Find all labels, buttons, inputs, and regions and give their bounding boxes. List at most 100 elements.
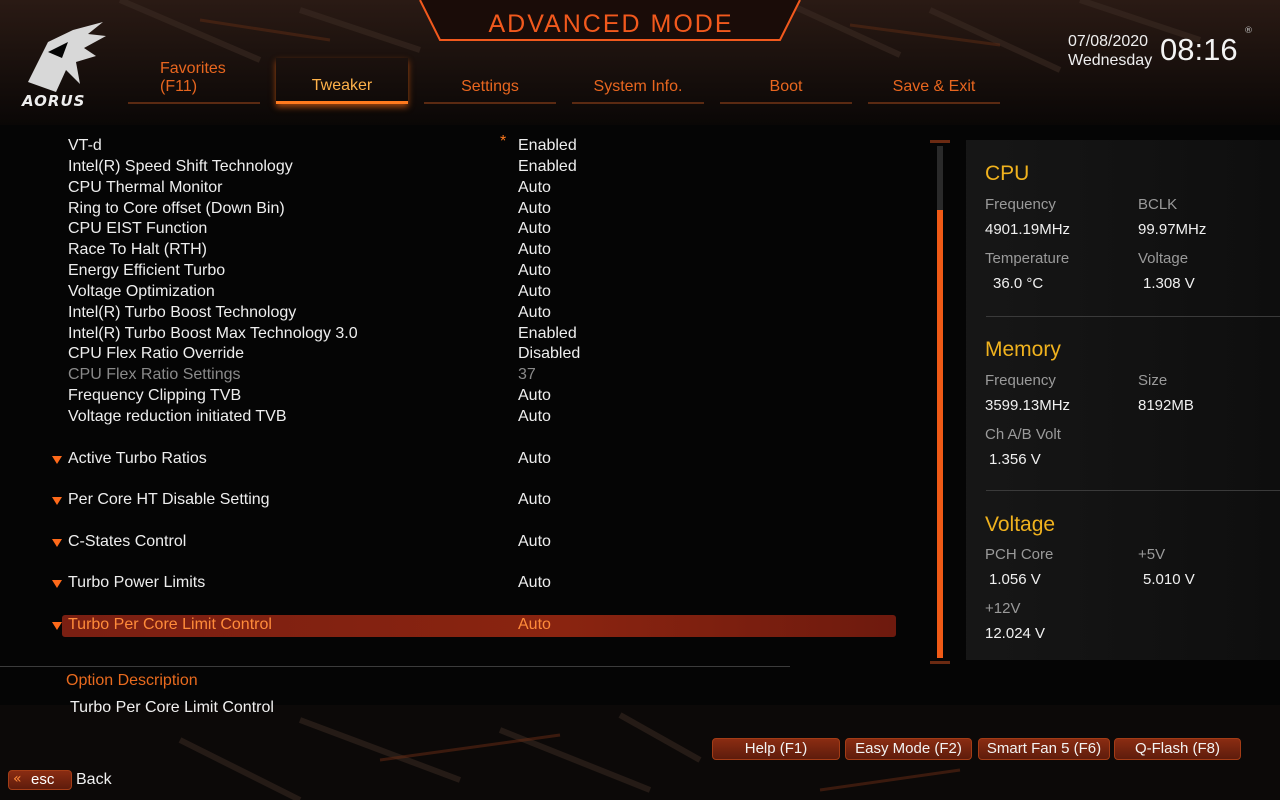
setting-name: CPU Thermal Monitor: [68, 179, 223, 196]
memory-section-title: Memory: [985, 338, 1061, 361]
settings-list: VT-d * Enabled Intel(R) Speed Shift Technol…: [48, 133, 898, 646]
scrollbar-bottom-cap: [930, 661, 950, 664]
setting-row[interactable]: CPU Thermal Monitor Auto: [48, 178, 896, 200]
pch-core-value: 1.056 V: [989, 571, 1041, 588]
setting-name: VT-d: [68, 137, 102, 154]
setting-value[interactable]: Auto: [518, 408, 551, 426]
double-chevron-left-icon: «: [13, 771, 22, 787]
setting-value[interactable]: Auto: [518, 574, 551, 592]
scrollbar-top-cap: [930, 140, 950, 143]
setting-value[interactable]: Auto: [518, 220, 551, 238]
setting-name: Energy Efficient Turbo: [68, 262, 226, 279]
setting-name: Intel(R) Turbo Boost Max Technology 3.0: [68, 325, 358, 342]
setting-value[interactable]: Auto: [518, 200, 551, 218]
setting-name: Per Core HT Disable Setting: [68, 491, 270, 508]
submenu-arrow-icon: [52, 497, 62, 505]
setting-name: C-States Control: [68, 533, 187, 550]
cpu-voltage-label: Voltage: [1138, 250, 1189, 267]
setting-value[interactable]: Auto: [518, 450, 551, 468]
memory-size-value: 8192MB: [1138, 397, 1194, 414]
setting-value[interactable]: Auto: [518, 533, 551, 551]
setting-name: Turbo Per Core Limit Control: [68, 616, 272, 633]
registered-mark: ®: [1244, 26, 1253, 36]
cpu-temperature-value: 36.0 °C: [993, 275, 1044, 292]
setting-value[interactable]: Enabled: [518, 325, 577, 343]
description-divider: [0, 666, 790, 667]
tab-settings-label: Settings: [461, 78, 519, 95]
date-display: 07/08/2020 Wednesday: [1068, 32, 1152, 70]
setting-row[interactable]: Turbo Per Core Limit Control Auto: [52, 615, 896, 637]
setting-row[interactable]: Turbo Power Limits Auto: [48, 573, 896, 595]
setting-value[interactable]: Enabled: [518, 137, 577, 155]
cpu-frequency-label: Frequency: [985, 196, 1056, 213]
submenu-arrow-icon: [52, 622, 62, 630]
setting-value[interactable]: Auto: [518, 283, 551, 301]
setting-value[interactable]: Auto: [518, 491, 551, 509]
voltage-section-title: Voltage: [985, 513, 1056, 536]
setting-value[interactable]: Auto: [518, 387, 551, 405]
pch-core-label: PCH Core: [985, 546, 1054, 563]
submenu-arrow-icon: [52, 580, 62, 588]
setting-row[interactable]: Energy Efficient Turbo Auto: [48, 261, 896, 283]
setting-row[interactable]: Active Turbo Ratios Auto: [48, 449, 896, 471]
setting-value: 37: [518, 366, 536, 383]
esc-label: esc: [31, 771, 55, 788]
tab-tweaker[interactable]: Tweaker: [276, 58, 408, 104]
setting-name: Voltage Optimization: [68, 283, 215, 300]
date-text: 07/08/2020: [1068, 33, 1149, 50]
memory-frequency-value: 3599.13MHz: [985, 397, 1071, 414]
memory-size-label: Size: [1138, 372, 1168, 389]
setting-row[interactable]: Frequency Clipping TVB Auto: [48, 386, 896, 408]
q-flash-button[interactable]: Q-Flash (F8): [1114, 738, 1241, 760]
option-description-text: Turbo Per Core Limit Control: [70, 699, 274, 716]
setting-name: Active Turbo Ratios: [68, 450, 207, 467]
plus12v-value: 12.024 V: [985, 625, 1046, 642]
cpu-temperature-label: Temperature: [985, 250, 1070, 267]
weekday-text: Wednesday: [1068, 52, 1153, 69]
setting-row[interactable]: Voltage Optimization Auto: [48, 282, 896, 304]
plus5v-value: 5.010 V: [1143, 571, 1195, 588]
plus12v-label: +12V: [985, 600, 1021, 617]
setting-row[interactable]: Race To Halt (RTH) Auto: [48, 240, 896, 262]
esc-button[interactable]: « esc: [8, 770, 72, 790]
setting-row: CPU Flex Ratio Settings 37: [48, 365, 896, 387]
setting-row[interactable]: Per Core HT Disable Setting Auto: [48, 490, 896, 512]
setting-row[interactable]: VT-d * Enabled: [48, 133, 896, 158]
setting-value[interactable]: Auto: [518, 241, 551, 259]
setting-row[interactable]: Intel(R) Turbo Boost Technology Auto: [48, 303, 896, 325]
setting-name: Ring to Core offset (Down Bin): [68, 200, 285, 217]
option-description-title: Option Description: [66, 672, 198, 689]
setting-name: Voltage reduction initiated TVB: [68, 408, 287, 425]
setting-value[interactable]: Enabled: [518, 158, 577, 176]
setting-name: CPU Flex Ratio Settings: [68, 366, 241, 383]
setting-row[interactable]: CPU EIST Function Auto: [48, 219, 896, 241]
tab-settings[interactable]: Settings: [424, 58, 556, 104]
setting-row[interactable]: Voltage reduction initiated TVB Auto: [48, 407, 896, 429]
tab-save-exit[interactable]: Save & Exit: [868, 58, 1000, 104]
setting-value[interactable]: Auto: [518, 179, 551, 197]
setting-row[interactable]: Intel(R) Turbo Boost Max Technology 3.0 E…: [48, 324, 896, 346]
tab-favorites[interactable]: Favorites (F11): [128, 58, 260, 104]
setting-row[interactable]: C-States Control Auto: [48, 532, 896, 554]
tab-favorites-label: Favorites: [160, 60, 226, 77]
memory-chab-volt-value: 1.356 V: [989, 451, 1041, 468]
setting-row[interactable]: Ring to Core offset (Down Bin) Auto: [48, 199, 896, 221]
setting-value[interactable]: Auto: [518, 616, 551, 634]
scrollbar-thumb[interactable]: [937, 210, 943, 658]
help-button[interactable]: Help (F1): [712, 738, 840, 760]
tab-system-info[interactable]: System Info.: [572, 58, 704, 104]
setting-value[interactable]: Auto: [518, 262, 551, 280]
cpu-frequency-value: 4901.19MHz: [985, 221, 1071, 238]
smart-fan-button[interactable]: Smart Fan 5 (F6): [978, 738, 1110, 760]
setting-row[interactable]: Intel(R) Speed Shift Technology Enabled: [48, 157, 896, 179]
easy-mode-button[interactable]: Easy Mode (F2): [845, 738, 972, 760]
aorus-logo-text: AORUS: [22, 92, 86, 110]
setting-name: Turbo Power Limits: [68, 574, 206, 591]
setting-value[interactable]: Disabled: [518, 345, 580, 363]
setting-row[interactable]: CPU Flex Ratio Override Disabled: [48, 344, 896, 366]
plus5v-label: +5V: [1138, 546, 1166, 563]
settings-scrollbar[interactable]: [930, 140, 950, 664]
setting-value[interactable]: Auto: [518, 304, 551, 322]
clock: 08:16: [1160, 32, 1238, 67]
tab-boot[interactable]: Boot: [720, 58, 852, 104]
